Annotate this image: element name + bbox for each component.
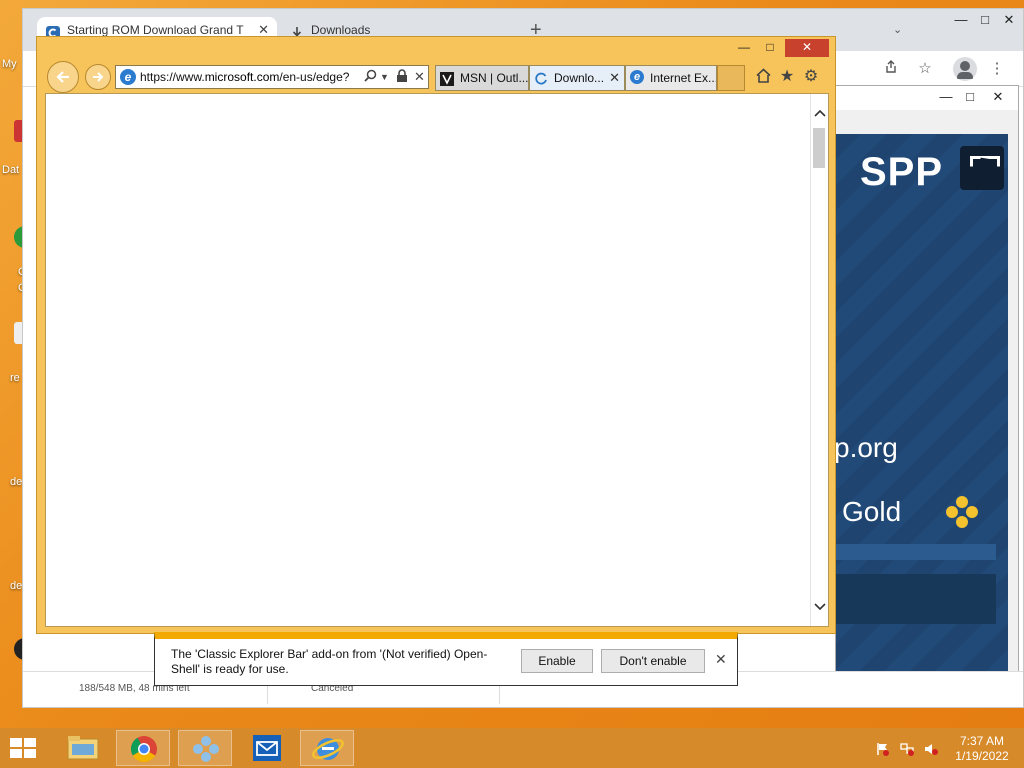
ppsspp-titlebar: — □ ✕ bbox=[836, 86, 1018, 110]
notification-message: The 'Classic Explorer Bar' add-on from '… bbox=[171, 647, 488, 676]
ie-tab-downloads[interactable]: Downlo... ✕ bbox=[529, 65, 625, 91]
arrow-right-icon bbox=[93, 72, 104, 82]
back-button[interactable] bbox=[47, 61, 79, 93]
fullscreen-icon[interactable] bbox=[960, 146, 1004, 190]
gear-icon[interactable]: ⚙ bbox=[801, 67, 821, 87]
close-button[interactable]: ✕ bbox=[997, 11, 1021, 31]
enable-button[interactable]: Enable bbox=[521, 649, 593, 673]
ie-icon bbox=[312, 738, 344, 760]
home-icon[interactable] bbox=[753, 67, 773, 87]
chevron-down-icon[interactable]: ▼ bbox=[380, 72, 389, 82]
url-prefix: https://www. bbox=[140, 70, 205, 84]
forward-button[interactable] bbox=[85, 64, 111, 90]
clock-date: 1/19/2022 bbox=[955, 749, 1009, 763]
mail-icon bbox=[253, 735, 281, 761]
chrome-tab-title: Downloads bbox=[311, 23, 371, 37]
close-icon[interactable]: ✕ bbox=[715, 651, 727, 668]
close-icon[interactable]: ✕ bbox=[609, 66, 620, 90]
minimize-button[interactable]: — bbox=[949, 11, 973, 31]
taskbar-ppsspp[interactable] bbox=[178, 730, 232, 766]
download-icon bbox=[290, 23, 304, 40]
arrow-left-icon bbox=[56, 71, 69, 83]
taskbar-chrome[interactable] bbox=[116, 730, 170, 766]
maximize-button[interactable]: □ bbox=[759, 39, 781, 57]
windows-logo-icon bbox=[24, 738, 36, 747]
clock-time: 7:37 AM bbox=[959, 734, 1005, 748]
loading-icon bbox=[534, 70, 548, 90]
minimize-button[interactable]: — bbox=[733, 39, 755, 57]
windows-logo-icon bbox=[10, 749, 22, 758]
desktop-icon-label: de bbox=[10, 580, 23, 592]
url-path: /en-us/edge? bbox=[279, 70, 350, 84]
ppsspp-page: SPP p.org Gold bbox=[834, 134, 1010, 684]
maximize-button[interactable]: □ bbox=[958, 88, 982, 108]
ppsspp-window: — □ ✕ SPP p.org Gold bbox=[834, 85, 1019, 684]
ie-tab-title: Internet Ex... bbox=[650, 71, 717, 85]
taskbar-mail[interactable] bbox=[240, 730, 294, 766]
site-favicon-icon bbox=[46, 23, 60, 40]
windows-logo-icon bbox=[10, 738, 22, 747]
close-button[interactable]: ✕ bbox=[785, 39, 829, 57]
lock-icon[interactable] bbox=[396, 69, 408, 85]
address-url[interactable]: https://www.microsoft.com/en-us/edge? bbox=[140, 70, 349, 84]
desktop-icon-label: de bbox=[10, 476, 23, 488]
ie-logo-icon: e bbox=[120, 69, 136, 85]
taskbar: 7:37 AM 1/19/2022 bbox=[0, 728, 1024, 768]
ppsspp-dark-panel bbox=[836, 574, 996, 624]
desktop-icon-label: My bbox=[2, 58, 17, 70]
start-button[interactable] bbox=[10, 738, 38, 760]
network-icon[interactable] bbox=[900, 742, 914, 756]
ppsspp-band bbox=[836, 544, 996, 560]
ie-page-content: The 'Classic Explorer Bar' add-on from '… bbox=[45, 93, 829, 686]
ie-logo-icon: e bbox=[630, 70, 644, 84]
tab-search-button[interactable]: ⌄ bbox=[893, 23, 902, 36]
notification-bar: The 'Classic Explorer Bar' add-on from '… bbox=[154, 632, 738, 686]
msn-favicon-icon bbox=[440, 70, 454, 90]
stop-icon[interactable]: ✕ bbox=[414, 69, 425, 85]
minimize-button[interactable]: — bbox=[934, 88, 958, 108]
favorites-star-icon[interactable]: ★ bbox=[777, 67, 797, 87]
ie-tab-title: Downlo... bbox=[554, 71, 605, 85]
folder-icon bbox=[67, 736, 99, 760]
close-button[interactable]: ✕ bbox=[986, 88, 1010, 108]
ie-tab-msn[interactable]: MSN | Outl... bbox=[435, 65, 529, 91]
scroll-up-icon[interactable] bbox=[811, 104, 829, 122]
scrollbar-thumb[interactable] bbox=[813, 128, 825, 168]
maximize-button[interactable]: □ bbox=[973, 11, 997, 31]
share-icon[interactable] bbox=[881, 59, 901, 79]
vertical-scrollbar[interactable] bbox=[810, 94, 828, 626]
ppsspp-logo: SPP bbox=[860, 150, 944, 194]
dont-enable-button[interactable]: Don't enable bbox=[601, 649, 705, 673]
tray-clock[interactable]: 7:37 AM 1/19/2022 bbox=[950, 734, 1014, 764]
ppsspp-domain-text: p.org bbox=[834, 432, 898, 463]
ppsspp-icon bbox=[193, 736, 219, 762]
scroll-down-icon[interactable] bbox=[811, 598, 829, 616]
chrome-icon bbox=[130, 736, 157, 763]
bookmark-star-icon[interactable]: ☆ bbox=[915, 59, 935, 79]
ie-tab-internet-explorer[interactable]: e Internet Ex... bbox=[625, 65, 717, 91]
address-bar[interactable]: e https://www.microsoft.com/en-us/edge? … bbox=[115, 65, 429, 89]
new-tab-button[interactable] bbox=[717, 65, 745, 91]
search-icon[interactable] bbox=[364, 69, 377, 85]
volume-muted-icon[interactable] bbox=[924, 742, 938, 755]
ie-tab-title: MSN | Outl... bbox=[460, 71, 529, 85]
ie-window: — □ ✕ e https://www.microsoft.com/en-us/… bbox=[36, 36, 836, 686]
taskbar-file-explorer[interactable] bbox=[56, 730, 110, 766]
desktop-icon-label: Dat bbox=[2, 164, 20, 176]
url-domain: microsoft.com bbox=[204, 70, 280, 84]
ppsspp-gold-text: Gold bbox=[842, 496, 902, 527]
scrollbar[interactable] bbox=[1008, 110, 1018, 680]
menu-dots-icon[interactable]: ⋮ bbox=[987, 59, 1007, 79]
profile-avatar[interactable] bbox=[953, 57, 977, 81]
windows-logo-icon bbox=[24, 749, 36, 758]
ppsspp-gold-icon bbox=[944, 494, 980, 530]
taskbar-internet-explorer[interactable] bbox=[300, 730, 354, 766]
chrome-tab-title: Starting ROM Download Grand T bbox=[67, 23, 244, 37]
desktop-icon-label: re bbox=[10, 372, 20, 384]
action-center-flag-icon[interactable] bbox=[876, 742, 890, 756]
